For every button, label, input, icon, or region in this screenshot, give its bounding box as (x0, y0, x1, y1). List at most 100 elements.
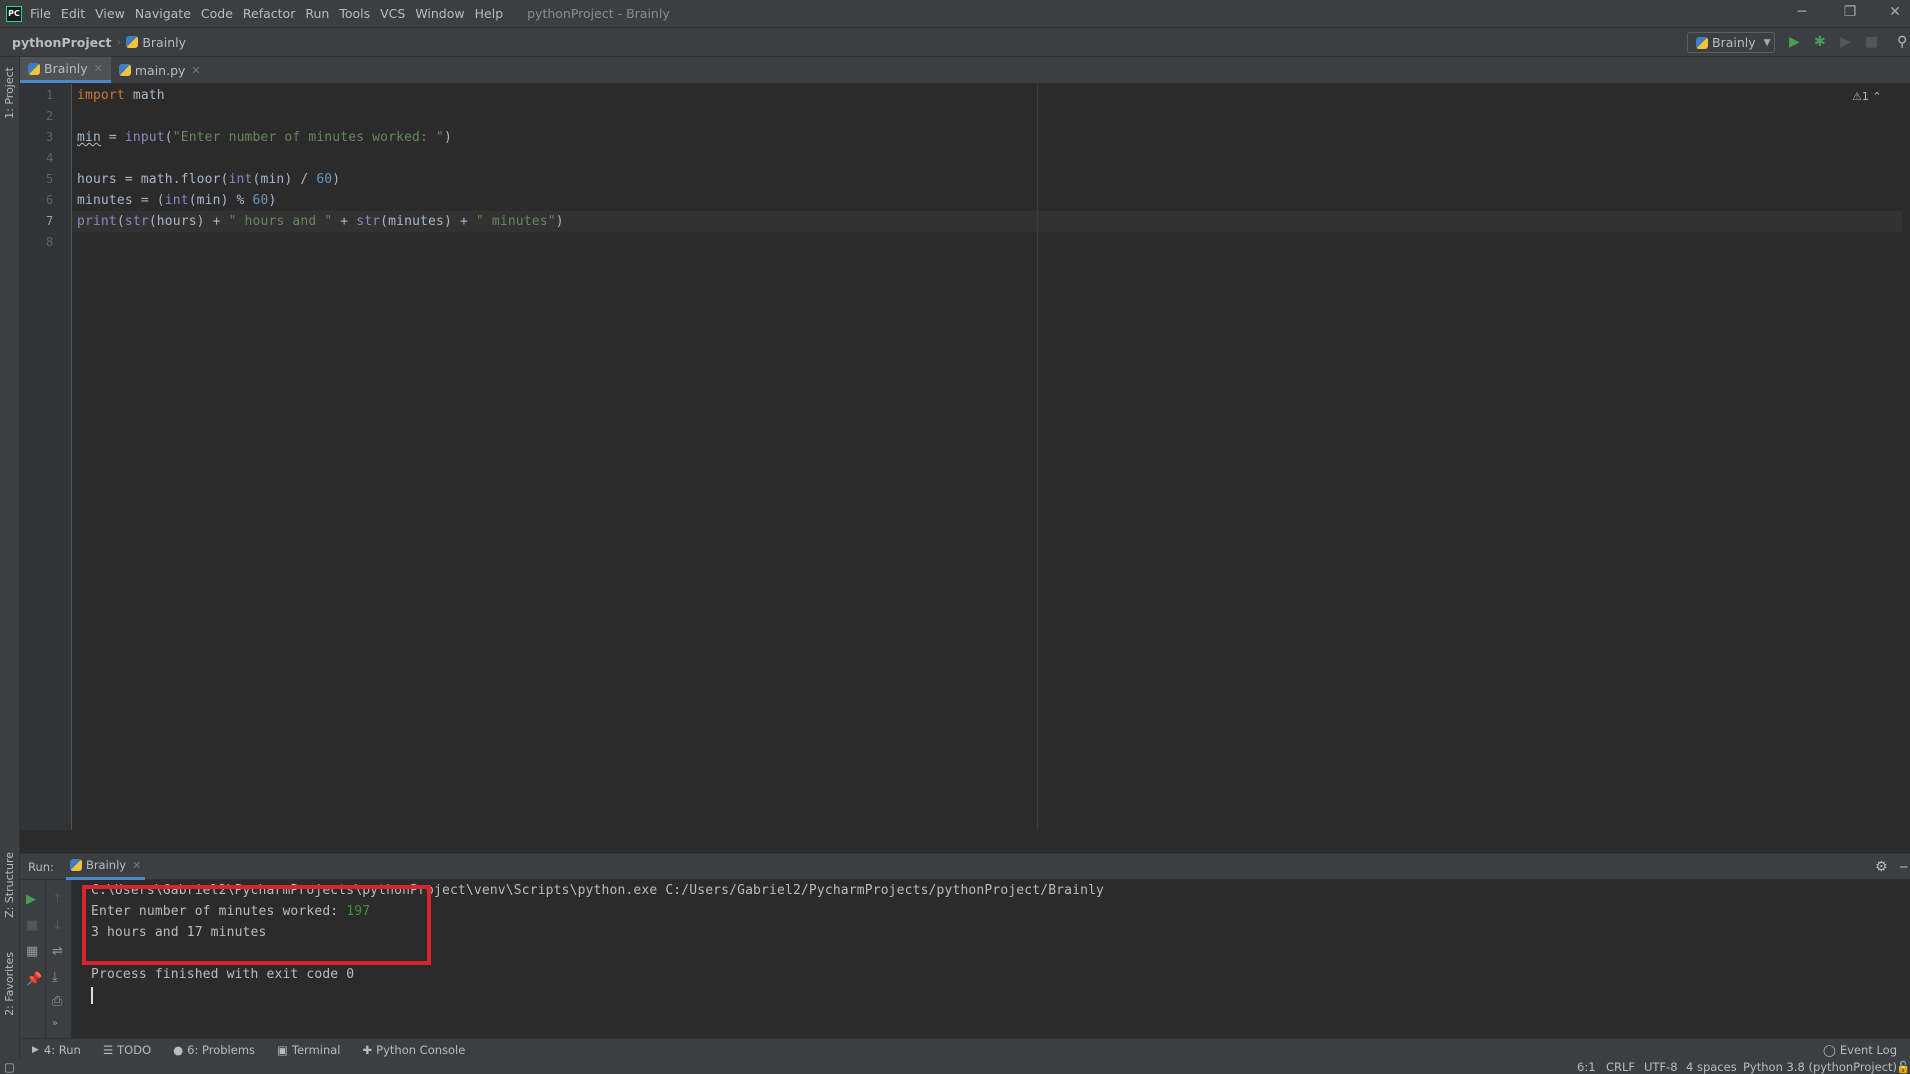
menu-bar: PC File Edit View Navigate Code Refactor… (0, 0, 1910, 28)
menu-help[interactable]: Help (475, 6, 504, 21)
line-number: 7 (46, 214, 54, 228)
menu-view[interactable]: View (95, 6, 125, 21)
navigation-bar: pythonProject › Brainly Brainly ▼ ▶ ✱ ▶ ■… (0, 28, 1910, 57)
soft-wrap-icon[interactable]: ⇌ (52, 944, 63, 959)
tool-tab-run[interactable]: ▶ 4: Run (32, 1043, 81, 1057)
code-token: str (124, 214, 149, 229)
settings-gear-icon[interactable]: ⚙ (1875, 859, 1888, 875)
tool-tab-problems[interactable]: ● 6: Problems (173, 1043, 255, 1057)
lock-icon[interactable]: 🔓 (1896, 1060, 1910, 1074)
warning-indicator[interactable]: ⚠1 ⌃ (1852, 90, 1882, 103)
run-toolbar: ▶ ■ ▦ 📌 (20, 880, 46, 1038)
terminal-icon: ▣ (277, 1042, 288, 1057)
code-line[interactable] (72, 232, 1902, 253)
structure-tool-button[interactable]: Z: Structure (3, 852, 16, 918)
breadcrumb-file[interactable]: Brainly (126, 35, 186, 50)
code-line[interactable] (72, 148, 1902, 169)
menu-window[interactable]: Window (415, 6, 464, 21)
close-tab-icon[interactable]: ✕ (191, 64, 200, 77)
more-icon[interactable]: » (52, 1018, 58, 1029)
close-tab-icon[interactable]: ✕ (132, 859, 141, 872)
menu-edit[interactable]: Edit (61, 6, 85, 21)
tool-tab-label: TODO (117, 1042, 152, 1057)
minimize-icon[interactable]: ─ (1787, 4, 1817, 20)
run-panel-header: Run: Brainly ✕ ⚙ ─ (20, 854, 1910, 880)
python-icon (69, 859, 82, 871)
editor-bottom-area (20, 830, 1910, 854)
favorites-tool-button[interactable]: 2: Favorites (3, 952, 16, 1016)
menu-refactor[interactable]: Refactor (243, 6, 295, 21)
menu-tools[interactable]: Tools (339, 6, 370, 21)
status-interpreter[interactable]: Python 3.8 (pythonProject) (1743, 1060, 1897, 1074)
menu-file[interactable]: File (30, 6, 51, 21)
run-tab-brainly[interactable]: Brainly ✕ (65, 854, 146, 880)
tab-main-py[interactable]: main.py ✕ (111, 57, 209, 83)
menu-run[interactable]: Run (305, 6, 329, 21)
stop-icon[interactable]: ■ (1865, 34, 1878, 50)
code-line[interactable]: import math (72, 85, 1902, 106)
status-position[interactable]: 6:1 (1577, 1060, 1596, 1074)
code-line[interactable]: min = input("Enter number of minutes wor… (72, 127, 1902, 148)
breadcrumb-project[interactable]: pythonProject (12, 35, 112, 50)
code-line[interactable] (72, 106, 1902, 127)
code-token: min (77, 130, 101, 145)
code-token: ) (443, 130, 452, 145)
coverage-icon[interactable]: ▶ (1840, 34, 1851, 50)
debug-icon[interactable]: ✱ (1814, 34, 1826, 50)
run-configuration-select[interactable]: Brainly ▼ (1687, 32, 1775, 53)
code-line[interactable]: minutes = (int(min) % 60) (72, 190, 1902, 211)
up-arrow-icon[interactable]: ↑ (52, 892, 63, 907)
run-icon[interactable]: ▶ (1789, 34, 1800, 50)
search-icon[interactable]: ⚲ (1897, 34, 1907, 50)
breadcrumb-separator: › (116, 35, 122, 49)
toggle-tool-windows-icon[interactable]: ▢ (4, 1060, 15, 1074)
close-icon[interactable]: ✕ (1880, 4, 1910, 20)
tool-tab-terminal[interactable]: ▣ Terminal (277, 1043, 340, 1057)
list-icon: ☰ (102, 1042, 114, 1057)
menu-vcs[interactable]: VCS (380, 6, 405, 21)
restore-icon[interactable]: ❐ (1835, 4, 1865, 20)
tool-tab-python-console[interactable]: ✚ Python Console (363, 1043, 466, 1057)
print-icon[interactable]: ⎙ (52, 994, 62, 1009)
event-log-button[interactable]: ◯ Event Log (1823, 1043, 1897, 1057)
pin-icon[interactable]: 📌 (26, 972, 42, 987)
hide-panel-icon[interactable]: ─ (1900, 860, 1907, 874)
close-tab-icon[interactable]: ✕ (94, 62, 103, 75)
run-panel-label: Run: (28, 859, 54, 874)
project-tool-button[interactable]: 1: Project (3, 67, 16, 119)
code-token: print (77, 214, 117, 229)
python-file-icon (28, 62, 40, 75)
code-editor[interactable]: import math min = input("Enter number of … (72, 84, 1910, 830)
layout-icon[interactable]: ▦ (26, 944, 38, 959)
event-log-icon: ◯ (1823, 1042, 1836, 1057)
tab-label: Brainly (44, 61, 88, 76)
code-token: (minutes) + (380, 214, 476, 229)
menu-code[interactable]: Code (201, 6, 233, 21)
python-file-icon (118, 64, 131, 76)
scroll-to-end-icon[interactable]: ⤓ (52, 970, 58, 985)
down-arrow-icon[interactable]: ↓ (52, 918, 63, 933)
tab-brainly[interactable]: Brainly ✕ (20, 57, 111, 83)
code-token: + (332, 214, 357, 229)
previous-highlight-icon[interactable]: ⌃ (1872, 90, 1881, 103)
code-token: (hours) + (148, 214, 229, 229)
event-log-label: Event Log (1839, 1042, 1898, 1057)
code-line[interactable]: print(str(hours) + " hours and " + str(m… (72, 211, 1902, 232)
menu-navigate[interactable]: Navigate (135, 6, 191, 21)
line-number: 8 (46, 235, 54, 249)
stop-icon[interactable]: ■ (26, 918, 38, 933)
status-indent[interactable]: 4 spaces (1686, 1060, 1737, 1074)
python-icon (1696, 36, 1708, 49)
tool-tab-label: Python Console (376, 1042, 466, 1057)
status-bar: ▢ 6:1 CRLF UTF-8 4 spaces Python 3.8 (py… (0, 1060, 1910, 1074)
code-token: math (124, 88, 165, 103)
rerun-icon[interactable]: ▶ (26, 892, 36, 907)
line-number: 3 (46, 130, 54, 144)
tool-tab-label: Terminal (291, 1042, 341, 1057)
status-encoding[interactable]: UTF-8 (1644, 1060, 1678, 1074)
console-toolbar: ↑ ↓ ⇌ ⤓ ⎙ » (46, 880, 72, 1038)
line-number: 5 (46, 172, 54, 186)
code-line[interactable]: hours = math.floor(int(min) / 60) (72, 169, 1902, 190)
status-line-separator[interactable]: CRLF (1606, 1060, 1635, 1074)
tool-tab-todo[interactable]: ☰ TODO (103, 1043, 151, 1057)
